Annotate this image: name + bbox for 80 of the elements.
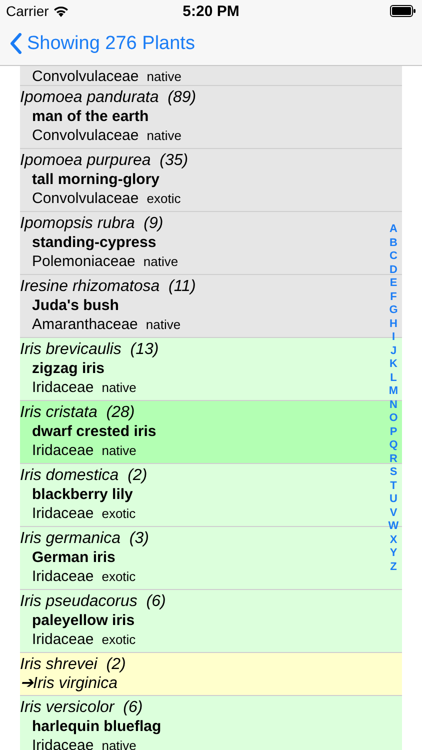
species-name: Iris domestica (2) bbox=[20, 466, 148, 485]
status-label: exotic bbox=[102, 505, 136, 523]
family-name: Convolvulaceae bbox=[32, 126, 139, 145]
clock-time: 5:20 PM bbox=[182, 2, 240, 20]
species-name: Iris germanica (3) bbox=[20, 529, 149, 548]
status-label: exotic bbox=[102, 568, 136, 586]
plant-row[interactable]: Convolvulaceae native bbox=[20, 66, 402, 86]
carrier-label: Carrier bbox=[6, 3, 49, 19]
index-letter[interactable]: L bbox=[390, 372, 397, 385]
common-name: dwarf crested iris bbox=[32, 422, 156, 441]
index-letter[interactable]: Z bbox=[390, 560, 397, 574]
species-name: Iresine rhizomatosa (11) bbox=[20, 277, 196, 296]
family-name: Iridaceae bbox=[32, 504, 94, 523]
index-letter[interactable]: P bbox=[390, 426, 398, 439]
common-name: Juda's bush bbox=[32, 296, 119, 315]
synonym-row[interactable]: Iris shrevei (2) ➔Iris virginica bbox=[20, 653, 402, 696]
plant-row[interactable]: Iris versicolor (6) harlequin blueflag Iridaceae native bbox=[20, 696, 402, 750]
family-name: Iridaceae bbox=[32, 736, 94, 750]
index-letter[interactable]: F bbox=[390, 290, 397, 304]
index-letter[interactable]: Q bbox=[389, 439, 398, 452]
status-label: native bbox=[146, 68, 182, 86]
index-letter[interactable]: T bbox=[390, 480, 397, 493]
index-letter[interactable]: S bbox=[390, 466, 398, 480]
family-name: Convolvulaceae bbox=[32, 67, 139, 86]
battery-icon bbox=[390, 5, 416, 17]
index-letter[interactable]: O bbox=[389, 412, 398, 426]
common-name: standing-cypress bbox=[32, 233, 156, 252]
plant-row[interactable]: Ipomoea pandurata (89) man of the earth Convolvulaceae native bbox=[20, 86, 402, 149]
common-name: zigzag iris bbox=[32, 359, 105, 378]
species-name: Iris brevicaulis (13) bbox=[20, 340, 159, 359]
common-name: tall morning-glory bbox=[32, 170, 160, 189]
species-name: Iris shrevei (2) bbox=[20, 655, 126, 674]
status-label: native bbox=[102, 737, 136, 750]
status-label: native bbox=[146, 127, 182, 145]
status-label: native bbox=[146, 316, 181, 334]
back-button[interactable]: Showing 276 Plants bbox=[10, 32, 195, 54]
species-name: Ipomoea pandurata (89) bbox=[20, 88, 196, 107]
index-letter[interactable]: E bbox=[390, 277, 398, 290]
common-name: German iris bbox=[32, 548, 116, 567]
common-name: blackberry lily bbox=[32, 485, 133, 504]
index-letter[interactable]: J bbox=[390, 344, 397, 358]
index-letter[interactable]: X bbox=[390, 534, 398, 547]
species-name: Iris pseudacorus (6) bbox=[20, 592, 166, 611]
family-name: Iridaceae bbox=[32, 630, 94, 649]
family-name: Convolvulaceae bbox=[32, 189, 139, 208]
index-letter[interactable]: Y bbox=[390, 547, 398, 560]
status-label: native bbox=[143, 253, 178, 271]
plant-row[interactable]: Iris pseudacorus (6) paleyellow iris Iridaceae exotic bbox=[20, 590, 402, 653]
index-letter[interactable]: M bbox=[388, 385, 398, 398]
status-label: exotic bbox=[146, 190, 181, 208]
chevron-icon bbox=[10, 33, 22, 54]
species-name: Iris versicolor (6) bbox=[20, 698, 143, 717]
index-letter[interactable]: C bbox=[390, 250, 398, 264]
index-letter[interactable]: K bbox=[390, 358, 398, 372]
index-letter[interactable]: A bbox=[390, 223, 398, 236]
index-letter[interactable]: B bbox=[390, 236, 398, 250]
family-name: Polemoniaceae bbox=[32, 252, 136, 271]
common-name: man of the earth bbox=[32, 107, 149, 126]
index-letter[interactable]: R bbox=[390, 452, 398, 466]
wifi-icon bbox=[52, 5, 69, 17]
index-letter[interactable]: V bbox=[390, 506, 398, 520]
index-letter[interactable]: G bbox=[389, 304, 398, 318]
species-name: Ipomoea purpurea (35) bbox=[20, 151, 188, 170]
status-label: exotic bbox=[102, 631, 136, 649]
family-name: Amaranthaceae bbox=[32, 315, 138, 334]
common-name: paleyellow iris bbox=[32, 611, 135, 630]
plant-row[interactable]: Ipomoea purpurea (35) tall morning-glory Convolvulaceae exotic bbox=[20, 149, 402, 212]
synonym-target: ➔Iris virginica bbox=[20, 674, 118, 693]
family-name: Iridaceae bbox=[32, 441, 94, 460]
species-name: Iris cristata (28) bbox=[20, 403, 135, 422]
species-name: Ipomopsis rubra (9) bbox=[20, 214, 164, 233]
index-letter[interactable]: U bbox=[390, 493, 398, 506]
index-letter[interactable]: H bbox=[390, 318, 398, 331]
family-name: Iridaceae bbox=[32, 378, 94, 397]
status-label: native bbox=[102, 442, 136, 460]
status-label: native bbox=[102, 379, 136, 397]
family-name: Iridaceae bbox=[32, 567, 94, 586]
index-letter[interactable]: N bbox=[390, 398, 398, 412]
index-letter[interactable]: D bbox=[390, 264, 398, 277]
common-name: harlequin blueflag bbox=[32, 717, 162, 736]
